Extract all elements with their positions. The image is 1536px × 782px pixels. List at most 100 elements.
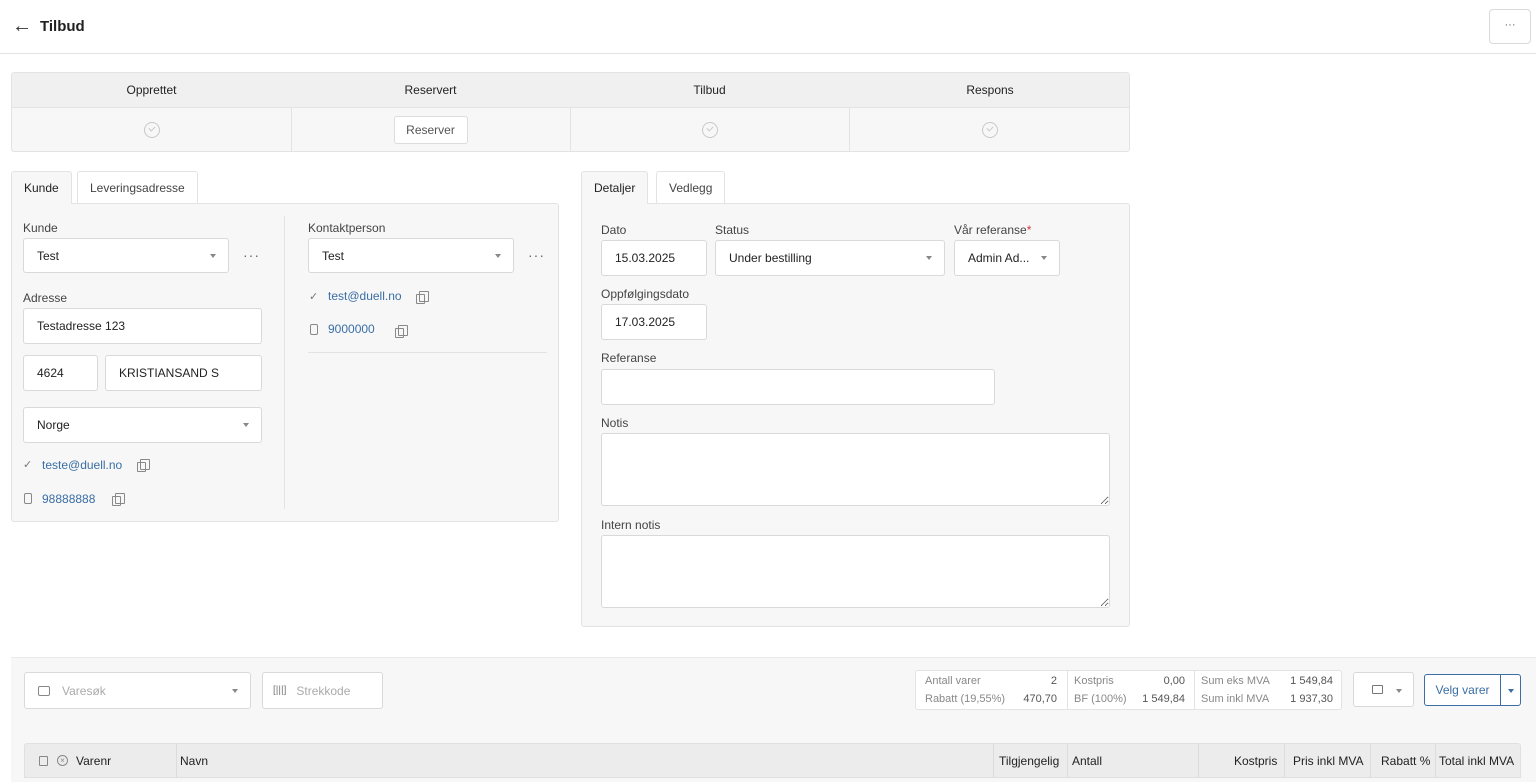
antall-value: 2 xyxy=(1050,675,1057,687)
tab-kunde[interactable]: Kunde xyxy=(11,171,72,204)
kostpris-value: 0,00 xyxy=(1163,675,1185,687)
item-search-placeholder: Varesøk xyxy=(62,683,106,698)
chevron-down-icon xyxy=(926,256,932,260)
phone-icon xyxy=(310,324,318,335)
country-select[interactable]: Norge xyxy=(23,407,262,443)
item-search-select[interactable]: Varesøk xyxy=(24,672,251,709)
city-value: KRISTIANSAND S xyxy=(119,366,220,380)
internal-note-textarea[interactable] xyxy=(601,535,1110,608)
contact-select[interactable]: Test xyxy=(308,238,514,273)
more-options-button[interactable]: ··· xyxy=(1489,9,1531,44)
note-label: Notis xyxy=(601,416,629,430)
select-items-button[interactable]: Velg varer xyxy=(1424,674,1501,706)
customer-select[interactable]: Test xyxy=(23,238,229,273)
step-respons: Respons xyxy=(849,73,1129,151)
columns-icon xyxy=(1372,685,1383,694)
barcode-placeholder: Strekkode xyxy=(296,683,351,698)
column-rabatt[interactable]: Rabatt % xyxy=(1381,744,1430,778)
box-icon xyxy=(38,685,50,696)
rabatt-value: 470,70 xyxy=(1023,693,1057,705)
customer-label: Kunde xyxy=(23,221,58,235)
totals-summary: Antall varer 2 Rabatt (19,55%) 470,70 Ko… xyxy=(915,670,1342,710)
step-label: Opprettet xyxy=(12,73,291,108)
tab-leveringsadresse[interactable]: Leveringsadresse xyxy=(77,171,198,204)
chevron-down-icon xyxy=(210,253,216,258)
phone-icon xyxy=(24,493,32,504)
our-reference-value: Admin Ad... xyxy=(968,251,1030,265)
column-navn[interactable]: Navn xyxy=(180,744,208,778)
reference-input[interactable] xyxy=(601,369,995,405)
sum-inkl-label: Sum inkl MVA xyxy=(1201,693,1270,705)
date-value: 15.03.2025 xyxy=(615,251,676,265)
contact-more-icon[interactable]: ··· xyxy=(528,247,545,263)
sum-eks-value: 1 549,84 xyxy=(1290,675,1333,687)
column-kostpris[interactable]: Kostpris xyxy=(1234,744,1277,778)
step-tilbud: Tilbud xyxy=(570,73,850,151)
reference-label: Referanse xyxy=(601,351,657,365)
barcode-input[interactable]: [|||] Strekkode xyxy=(262,672,383,709)
copy-icon[interactable] xyxy=(416,291,429,304)
our-reference-select[interactable]: Admin Ad... xyxy=(954,240,1060,276)
country-value: Norge xyxy=(37,418,70,432)
postal-code-input[interactable]: 4624 xyxy=(23,355,98,391)
copy-icon[interactable] xyxy=(137,459,150,472)
customer-more-icon[interactable]: ··· xyxy=(243,247,260,263)
column-total-inkl-mva[interactable]: Total inkl MVA xyxy=(1439,744,1514,778)
top-bar xyxy=(0,0,1536,54)
city-input[interactable]: KRISTIANSAND S xyxy=(105,355,262,391)
contact-email-link[interactable]: test@duell.no xyxy=(328,289,402,303)
step-opprettet: Opprettet xyxy=(12,73,292,151)
check-circle-icon xyxy=(143,122,160,138)
customer-value: Test xyxy=(37,248,60,263)
step-reservert: Reservert Reserver xyxy=(291,73,571,151)
barcode-icon: [|||] xyxy=(273,685,287,696)
bf-label: BF (100%) xyxy=(1074,693,1127,705)
step-label: Tilbud xyxy=(570,73,849,108)
copy-icon[interactable] xyxy=(39,756,48,766)
date-label: Dato xyxy=(601,223,627,237)
rabatt-label: Rabatt (19,55%) xyxy=(925,693,1006,705)
copy-icon[interactable] xyxy=(112,493,125,506)
required-mark: * xyxy=(1026,223,1032,237)
check-circle-icon xyxy=(701,122,718,138)
our-reference-label: Vår referanse* xyxy=(954,223,1031,237)
column-pris-inkl-mva[interactable]: Pris inkl MVA xyxy=(1293,744,1363,778)
copy-icon[interactable] xyxy=(395,325,408,338)
note-textarea[interactable] xyxy=(601,433,1110,506)
customer-email-link[interactable]: teste@duell.no xyxy=(42,458,122,472)
reserve-button[interactable]: Reserver xyxy=(393,116,468,144)
columns-button[interactable] xyxy=(1353,672,1414,707)
tab-vedlegg[interactable]: Vedlegg xyxy=(656,171,726,204)
bf-value: 1 549,84 xyxy=(1142,693,1185,705)
sum-inkl-value: 1 937,30 xyxy=(1290,693,1333,705)
panel-divider xyxy=(284,216,285,509)
kostpris-label: Kostpris xyxy=(1074,675,1114,687)
antall-label: Antall varer xyxy=(925,675,981,687)
column-varenr[interactable]: Varenr xyxy=(76,744,111,778)
check-circle-icon xyxy=(982,122,998,138)
followup-label: Oppfølgingsdato xyxy=(601,287,690,301)
stat-divider xyxy=(1067,671,1068,709)
select-items-dropdown-button[interactable] xyxy=(1500,674,1521,706)
status-steps: Opprettet Reservert Reserver Tilbud Resp… xyxy=(11,72,1130,152)
send-icon: ✓ xyxy=(309,291,319,303)
column-antall[interactable]: Antall xyxy=(1072,744,1102,778)
customer-phone-link[interactable]: 98888888 xyxy=(42,492,95,506)
followup-date-input[interactable]: 17.03.2025 xyxy=(601,304,707,340)
back-arrow-icon[interactable]: ← xyxy=(12,16,32,36)
status-value: Under bestilling xyxy=(729,251,812,265)
status-select[interactable]: Under bestilling xyxy=(715,240,945,276)
chevron-down-icon xyxy=(1041,256,1047,260)
status-label: Status xyxy=(715,223,750,237)
tab-detaljer[interactable]: Detaljer xyxy=(581,171,649,204)
clear-icon[interactable]: × xyxy=(57,755,68,766)
date-input[interactable]: 15.03.2025 xyxy=(601,240,707,276)
address-input[interactable]: Testadresse 123 xyxy=(23,308,262,344)
our-reference-label-text: Vår referanse xyxy=(954,223,1027,237)
contact-label: Kontaktperson xyxy=(308,221,386,235)
contact-phone-link[interactable]: 9000000 xyxy=(328,322,375,336)
divider xyxy=(308,352,547,353)
column-tilgjengelig[interactable]: Tilgjengelig xyxy=(999,744,1059,778)
items-table-header: × Varenr Navn Tilgjengelig Antall Kostpr… xyxy=(24,743,1521,778)
contact-value: Test xyxy=(322,248,345,263)
